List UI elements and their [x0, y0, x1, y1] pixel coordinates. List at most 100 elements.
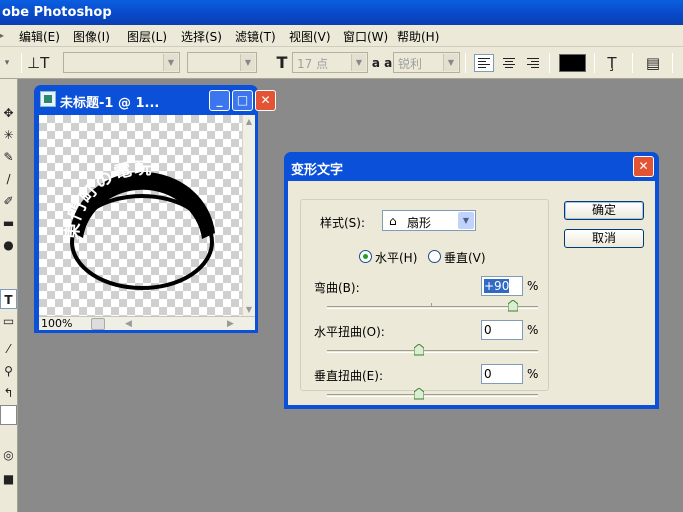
- h-distortion-value: 0: [484, 323, 492, 337]
- menu-window[interactable]: 窗口(W): [343, 28, 388, 45]
- zoom-level[interactable]: 100%: [41, 317, 72, 331]
- bend-slider-thumb[interactable]: [508, 300, 518, 312]
- h-distortion-label: 水平扭曲(O):: [314, 325, 385, 339]
- antialias-value: 锐利: [398, 57, 423, 71]
- vertical-radio[interactable]: [428, 250, 441, 263]
- bend-slider[interactable]: [327, 303, 538, 309]
- zoom-tool-icon[interactable]: ⚲: [0, 361, 17, 381]
- horizontal-radio[interactable]: [359, 250, 372, 263]
- text-color-swatch[interactable]: [559, 54, 586, 72]
- antialias-select[interactable]: 锐利 ▼: [393, 52, 460, 73]
- close-button[interactable]: ✕: [255, 90, 276, 111]
- chevron-down-icon: ▼: [351, 54, 366, 71]
- warp-text-icon[interactable]: Ţ: [601, 53, 623, 73]
- options-separator: [21, 53, 22, 73]
- dodge-tool-icon[interactable]: ●: [0, 235, 17, 255]
- bend-label: 弯曲(B):: [314, 281, 360, 295]
- healing-brush-icon[interactable]: ✎: [0, 147, 17, 167]
- menu-select[interactable]: 选择(S): [181, 28, 222, 45]
- history-brush-icon[interactable]: ✐: [0, 191, 17, 211]
- font-size-icon: T: [276, 53, 288, 72]
- document-canvas[interactable]: 東門町の電玩: [39, 115, 242, 316]
- align-left-button[interactable]: [474, 54, 494, 72]
- options-separator: [632, 53, 633, 73]
- menu-filter[interactable]: 滤镜(T): [235, 28, 276, 45]
- font-size-select[interactable]: 17 点 ▼: [292, 52, 368, 73]
- document-window: 未标题-1 @ 1... _ □ ✕ 東門町の電玩 ▲ ▼ 100% ◀ ▶: [34, 85, 276, 333]
- move-tool-icon[interactable]: ✥: [0, 103, 17, 123]
- warp-options-group: 样式(S): ⌂ 扇形 ▼ 水平(H) 垂直(V) 弯曲(B): +90 % 水…: [300, 199, 549, 400]
- options-separator: [594, 53, 595, 73]
- options-bar: ▾ ⊥T ▼ ▼ T 17 点 ▼ a a 锐利 ▼ Ţ ▤: [0, 47, 683, 79]
- document-status-bar: 100% ◀ ▶: [39, 316, 255, 330]
- vertical-scrollbar[interactable]: ▲ ▼: [242, 115, 255, 316]
- font-size-value: 17 点: [297, 57, 329, 71]
- options-separator: [465, 53, 466, 73]
- v-distortion-input[interactable]: 0: [481, 364, 523, 384]
- bend-unit: %: [527, 279, 539, 293]
- document-title: 未标题-1 @ 1...: [60, 96, 160, 111]
- app-title-bar: obe Photoshop: [0, 0, 683, 25]
- dialog-body: 样式(S): ⌂ 扇形 ▼ 水平(H) 垂直(V) 弯曲(B): +90 % 水…: [288, 181, 655, 405]
- artwork: 東門町の電玩: [61, 159, 215, 290]
- cancel-button[interactable]: 取消: [564, 229, 644, 248]
- menu-image[interactable]: 图像(I): [73, 28, 110, 45]
- gradient-tool-icon[interactable]: ▬: [0, 213, 17, 233]
- options-separator: [549, 53, 550, 73]
- align-center-button[interactable]: [499, 54, 519, 72]
- warp-text-dialog: 变形文字 ✕ 样式(S): ⌂ 扇形 ▼ 水平(H) 垂直(V) 弯曲(B): …: [284, 152, 659, 409]
- bend-input[interactable]: +90: [481, 276, 523, 296]
- chevron-down-icon: ▼: [443, 54, 458, 71]
- v-distortion-slider[interactable]: [327, 394, 538, 397]
- magic-wand-icon[interactable]: ✳: [0, 125, 17, 145]
- text-orientation-icon[interactable]: ⊥T: [27, 53, 49, 73]
- shape-tool-icon[interactable]: ▭: [0, 311, 17, 331]
- menu-layer[interactable]: 图层(L): [127, 28, 167, 45]
- h-distortion-slider[interactable]: [327, 350, 538, 353]
- h-distortion-slider-thumb[interactable]: [414, 344, 424, 356]
- eyedropper-icon[interactable]: ⁄: [0, 339, 17, 359]
- v-distortion-label: 垂直扭曲(E):: [314, 369, 383, 383]
- v-distortion-unit: %: [527, 367, 539, 381]
- scroll-right-icon[interactable]: ▶: [227, 317, 234, 331]
- ok-button[interactable]: 确定: [564, 201, 644, 220]
- quick-mask-icon[interactable]: ◎: [0, 445, 17, 465]
- dialog-close-button[interactable]: ✕: [633, 156, 654, 177]
- vertical-label[interactable]: 垂直(V): [444, 249, 486, 266]
- font-family-select[interactable]: ▼: [63, 52, 180, 73]
- menu-help[interactable]: 帮助(H): [397, 28, 439, 45]
- chevron-down-icon: ▼: [458, 212, 474, 229]
- tool-preset-arrow-icon[interactable]: ▾: [0, 53, 18, 73]
- menu-edit[interactable]: 编辑(E): [19, 28, 60, 45]
- document-icon: [40, 91, 56, 107]
- scroll-left-icon[interactable]: ◀: [125, 317, 132, 331]
- scroll-up-icon[interactable]: ▲: [243, 115, 255, 128]
- v-distortion-value: 0: [484, 367, 492, 381]
- chevron-down-icon: ▼: [240, 54, 255, 71]
- align-right-button[interactable]: [523, 54, 543, 72]
- h-distortion-input[interactable]: 0: [481, 320, 523, 340]
- brush-tool-icon[interactable]: /: [0, 169, 17, 189]
- maximize-button[interactable]: □: [232, 90, 253, 111]
- palettes-icon[interactable]: ▤: [642, 53, 664, 73]
- background-color-swatch[interactable]: [0, 405, 17, 425]
- screen-mode-icon[interactable]: ■: [0, 469, 17, 489]
- options-separator: [672, 53, 673, 73]
- antialias-icon: a a: [371, 56, 393, 70]
- style-label: 样式(S):: [320, 216, 366, 230]
- font-style-select[interactable]: ▼: [187, 52, 257, 73]
- app-title: obe Photoshop: [2, 5, 112, 20]
- type-tool-icon[interactable]: T: [0, 289, 17, 309]
- status-menu-button[interactable]: [91, 318, 105, 330]
- menu-overflow-arrow-icon[interactable]: ▸: [0, 28, 4, 42]
- style-select[interactable]: ⌂ 扇形 ▼: [382, 210, 476, 231]
- slider-center-tick: [431, 303, 432, 306]
- v-distortion-slider-thumb[interactable]: [414, 388, 424, 400]
- minimize-button[interactable]: _: [209, 90, 230, 111]
- menu-view[interactable]: 视图(V): [289, 28, 331, 45]
- scroll-down-icon[interactable]: ▼: [243, 303, 255, 316]
- toolbox: ✥ ✳ ✎ / ✐ ▬ ● T ▭ ⁄ ⚲ ↰ ◎ ■: [0, 79, 18, 512]
- horizontal-label[interactable]: 水平(H): [375, 249, 417, 266]
- dialog-title: 变形文字: [291, 163, 344, 178]
- color-swap-icon[interactable]: ↰: [0, 383, 17, 403]
